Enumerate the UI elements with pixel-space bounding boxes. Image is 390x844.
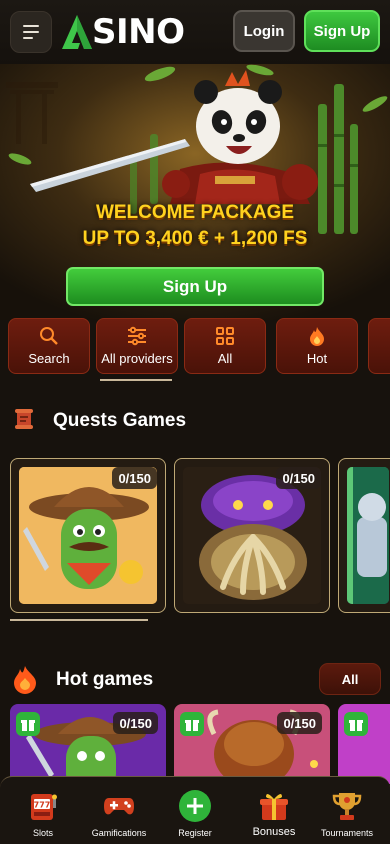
plus-circle-icon <box>178 789 212 823</box>
menu-icon <box>23 25 39 27</box>
nav-tournaments[interactable]: Tournaments <box>308 777 386 844</box>
svg-text:777: 777 <box>34 801 51 810</box>
sliders-icon <box>128 326 146 346</box>
hot-games-section-title: Hot games <box>56 669 154 690</box>
logo-text: SINO <box>92 12 185 52</box>
gift-icon <box>257 789 291 823</box>
tab-search[interactable]: Search <box>8 318 90 374</box>
game-card-quest-1[interactable]: 0/150 <box>10 458 166 613</box>
nav-label: Bonuses <box>252 826 296 838</box>
login-button[interactable]: Login <box>233 10 295 52</box>
hot-games-all-button[interactable]: All <box>319 663 381 695</box>
game-card-hot-2[interactable]: 0/150 <box>174 704 330 784</box>
tab-label: All providers <box>101 351 173 366</box>
slot-machine-icon: 777 <box>26 789 60 823</box>
gift-icon <box>21 720 35 731</box>
search-icon <box>40 327 58 345</box>
quests-section-title: Quests Games <box>53 410 187 431</box>
logo[interactable]: SINO <box>60 12 185 52</box>
nav-label: Register <box>178 828 212 838</box>
tab-hot[interactable]: Hot <box>276 318 358 374</box>
quest-scroll-icon <box>15 409 33 429</box>
quest-counter: 0/150 <box>276 467 321 489</box>
game-card-hot-3[interactable] <box>338 704 390 784</box>
nav-bonuses[interactable]: Bonuses <box>235 777 313 844</box>
promo-title: WELCOME PACKAGE <box>95 202 295 223</box>
banner-signup-button[interactable]: Sign Up <box>66 267 324 306</box>
gift-icon <box>185 720 199 731</box>
nav-register[interactable]: Register <box>156 777 234 844</box>
header-signup-button[interactable]: Sign Up <box>304 10 380 52</box>
tab-label: All <box>217 351 233 366</box>
tab-label: Hot <box>306 351 328 366</box>
bottom-navigation: 777 Slots Gamifications Register Bonuses… <box>0 776 390 844</box>
flame-icon <box>310 327 324 346</box>
category-tabs: Search All providers All Hot <box>0 318 390 382</box>
hot-counter: 0/150 <box>113 712 158 734</box>
active-tab-indicator <box>100 379 172 381</box>
grid-icon <box>216 327 234 345</box>
gift-icon <box>349 720 363 731</box>
nav-label: Gamifications <box>91 828 147 838</box>
quest-counter: 0/150 <box>112 467 157 489</box>
bonus-gift-badge <box>344 712 368 736</box>
nav-label: Slots <box>32 828 53 838</box>
welcome-banner: WELCOME PACKAGE UP TO 3,400 € + 1,200 FS… <box>0 64 390 320</box>
bonus-gift-badge <box>180 712 204 736</box>
top-header: SINO Login Sign Up <box>0 0 390 64</box>
game-card-quest-3[interactable] <box>338 458 390 613</box>
nav-slots[interactable]: 777 Slots <box>4 777 82 844</box>
game-card-hot-1[interactable]: 0/150 <box>10 704 166 784</box>
gamepad-icon <box>102 789 136 823</box>
logo-a-icon <box>62 15 92 49</box>
game-card-quest-2[interactable]: 0/150 <box>174 458 330 613</box>
nav-label: Tournaments <box>320 828 374 838</box>
tab-all[interactable]: All <box>184 318 266 374</box>
tab-label: Search <box>28 351 70 366</box>
quests-scroll-indicator <box>10 619 148 621</box>
robot-game-art <box>347 467 389 604</box>
hot-counter: 0/150 <box>277 712 322 734</box>
bonus-gift-badge <box>16 712 40 736</box>
nav-gamifications[interactable]: Gamifications <box>80 777 158 844</box>
trophy-icon <box>330 789 364 823</box>
menu-button[interactable] <box>10 11 52 53</box>
flame-icon <box>14 666 36 694</box>
tab-all-providers[interactable]: All providers <box>96 318 178 374</box>
promo-amount: UP TO 3,400 € + 1,200 FS <box>82 228 308 249</box>
tab-more[interactable] <box>368 318 390 374</box>
